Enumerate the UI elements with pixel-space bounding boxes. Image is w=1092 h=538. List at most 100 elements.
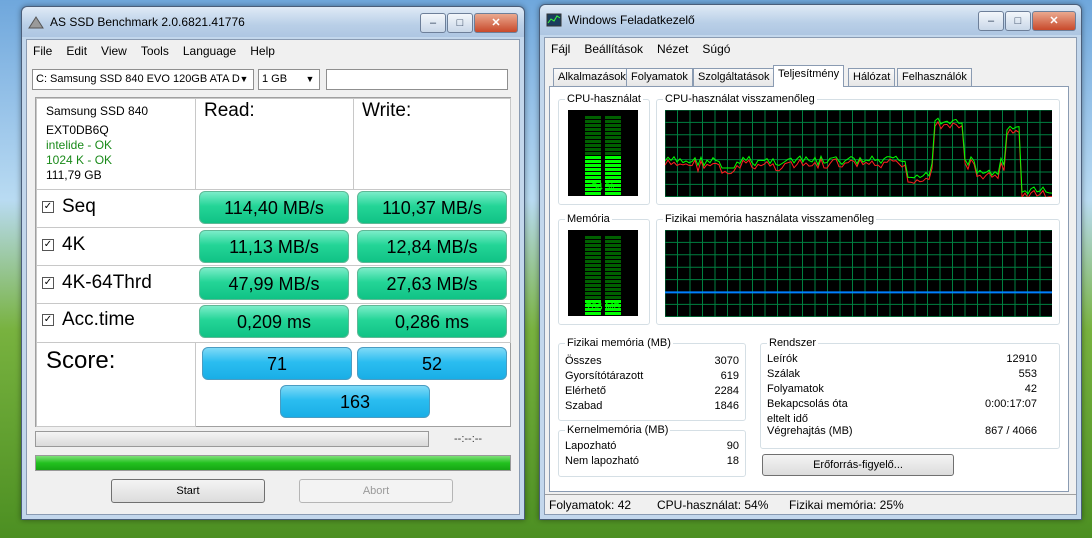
mem-gauge-label: Memória — [565, 213, 612, 225]
cpu-gauge-segment — [585, 132, 601, 135]
4k64-checkbox[interactable]: ✓ — [42, 277, 54, 289]
tab-network[interactable]: Hálózat — [848, 68, 896, 86]
info-model: Samsung SSD 840 — [46, 104, 149, 118]
4k-label: 4K — [62, 234, 86, 255]
abort-button[interactable]: Abort — [299, 479, 453, 503]
physical-memory-title: Fizikai memória (MB) — [565, 337, 673, 349]
mem-gauge-segment — [585, 288, 601, 291]
stat-value: 1846 — [714, 400, 739, 412]
chevron-down-icon: ▼ — [239, 74, 249, 84]
start-button[interactable]: Start — [111, 479, 265, 503]
cpu-gauge-segment — [605, 120, 621, 123]
menu-fajl[interactable]: Fájl — [545, 38, 578, 56]
cpu-gauge-group: CPU-használat 54 % — [558, 93, 650, 205]
tab-applications[interactable]: Alkalmazások — [553, 68, 631, 86]
mem-gauge-segment — [605, 260, 621, 263]
mem-gauge-group: Memória 786 MB — [558, 213, 650, 325]
menu-language[interactable]: Language — [177, 40, 244, 58]
results-grid: Samsung SSD 840 EXT0DB6Q intelide - OK 1… — [35, 97, 511, 427]
4k64-label: 4K-64Thrd — [62, 272, 152, 293]
taskmgr-titlebar[interactable]: Windows Feladatkezelő – □ ✕ — [540, 5, 1081, 35]
system-group: Rendszer Leírók 12910 Szálak 553 Folyamatok 4… — [760, 337, 1060, 449]
tab-users[interactable]: Felhasználók — [897, 68, 972, 86]
cpu-gauge-segment — [585, 164, 601, 167]
stat-value: 18 — [726, 455, 739, 467]
mem-gauge-segment — [585, 268, 601, 271]
minimize-button[interactable]: – — [420, 13, 446, 33]
stat-value: 3070 — [714, 355, 739, 367]
cpu-gauge-segment — [585, 116, 601, 119]
close-button[interactable]: ✕ — [1032, 11, 1076, 31]
cpu-gauge-segment — [585, 172, 601, 175]
progress-bar-bottom — [35, 455, 511, 471]
4k-read-value: 11,13 MB/s — [199, 230, 349, 263]
mem-gauge-segment — [585, 264, 601, 267]
tab-processes[interactable]: Folyamatok — [626, 68, 693, 86]
taskmgr-title: Windows Feladatkezelő — [568, 13, 695, 27]
write-header: Write: — [362, 100, 412, 121]
info-alignment: 1024 K - OK — [46, 153, 113, 167]
menu-beallitasok[interactable]: Beállítások — [578, 38, 651, 56]
status-processes: Folyamatok: 42 — [549, 498, 632, 512]
menu-help[interactable]: Help — [244, 40, 283, 58]
mem-gauge-segment — [605, 252, 621, 255]
menu-view[interactable]: View — [95, 40, 135, 58]
mem-gauge-segment — [585, 272, 601, 275]
seq-checkbox[interactable]: ✓ — [42, 201, 54, 213]
maximize-button[interactable]: □ — [447, 13, 473, 33]
cpu-gauge-segment — [605, 140, 621, 143]
cpu-gauge-segment — [605, 128, 621, 131]
cpu-gauge-segment — [585, 160, 601, 163]
menu-tools[interactable]: Tools — [135, 40, 177, 58]
mem-gauge-segment — [585, 296, 601, 299]
drive-select[interactable]: C: Samsung SSD 840 EVO 120GB ATA D ▼ — [32, 69, 254, 90]
close-button[interactable]: ✕ — [474, 13, 518, 33]
asssd-window: AS SSD Benchmark 2.0.6821.41776 – □ ✕ Fi… — [21, 6, 525, 520]
mem-gauge-segment — [585, 292, 601, 295]
free-text-field[interactable] — [326, 69, 508, 90]
stat-label: Bekapcsolás óta eltelt idő — [767, 398, 848, 425]
status-bar: Folyamatok: 42 CPU-használat: 54% Fizika… — [545, 494, 1076, 514]
menu-nezet[interactable]: Nézet — [651, 38, 696, 56]
mem-history-label: Fizikai memória használata visszamenőleg — [663, 213, 877, 225]
mem-gauge-segment — [585, 244, 601, 247]
mem-gauge-segment — [585, 284, 601, 287]
minimize-button[interactable]: – — [978, 11, 1004, 31]
menu-file[interactable]: File — [27, 40, 60, 58]
cpu-gauge-segment — [605, 152, 621, 155]
cpu-gauge-segment — [605, 116, 621, 119]
score-write: 52 — [357, 347, 507, 380]
cpu-history-chart — [665, 110, 1052, 197]
stat-value: 2284 — [714, 385, 739, 397]
performance-panel: CPU-használat 54 % CPU-használat visszam… — [549, 86, 1069, 492]
cpu-gauge-segment — [585, 176, 601, 179]
mem-gauge-segment — [585, 256, 601, 259]
4k-checkbox[interactable]: ✓ — [42, 239, 54, 251]
acc-checkbox[interactable]: ✓ — [42, 314, 54, 326]
stat-value: 619 — [720, 370, 739, 382]
menu-edit[interactable]: Edit — [60, 40, 95, 58]
4k-write-value: 12,84 MB/s — [357, 230, 507, 263]
tab-performance[interactable]: Teljesítmény — [773, 65, 845, 87]
cpu-history-group: CPU-használat visszamenőleg — [656, 93, 1060, 205]
mem-gauge-segment — [605, 276, 621, 279]
score-read: 71 — [202, 347, 352, 380]
tab-services[interactable]: Szolgáltatások — [693, 68, 775, 86]
stat-value: 553 — [1018, 368, 1037, 380]
resource-monitor-button[interactable]: Erőforrás-figyelő... — [762, 454, 954, 476]
kernel-memory-title: Kernelmemória (MB) — [565, 424, 671, 436]
cpu-gauge-segment — [605, 172, 621, 175]
asssd-menubar: File Edit View Tools Language Help — [27, 40, 519, 62]
mem-gauge-segment — [605, 288, 621, 291]
stat-label: Szálak — [767, 368, 801, 380]
mem-gauge-segment — [585, 276, 601, 279]
mem-gauge-segment — [585, 236, 601, 239]
maximize-button[interactable]: □ — [1005, 11, 1031, 31]
asssd-titlebar[interactable]: AS SSD Benchmark 2.0.6821.41776 – □ ✕ — [22, 7, 524, 37]
size-select[interactable]: 1 GB ▼ — [258, 69, 320, 90]
size-select-value: 1 GB — [262, 73, 288, 85]
cpu-gauge-segment — [605, 144, 621, 147]
menu-sugo[interactable]: Súgó — [696, 38, 738, 56]
status-cpu: CPU-használat: 54% — [657, 498, 769, 512]
stat-label: Nem lapozható — [565, 455, 639, 467]
